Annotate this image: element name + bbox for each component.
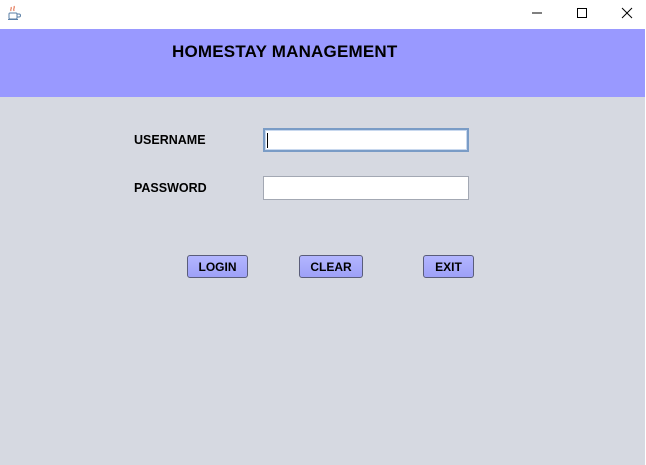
- title-bar[interactable]: [0, 0, 646, 29]
- minimize-button[interactable]: [514, 0, 560, 29]
- username-field[interactable]: [263, 128, 469, 152]
- minimize-icon: [531, 6, 543, 24]
- login-button[interactable]: LOGIN: [187, 255, 248, 278]
- clear-button[interactable]: CLEAR: [299, 255, 363, 278]
- exit-button[interactable]: EXIT: [423, 255, 474, 278]
- maximize-icon: [576, 6, 588, 24]
- java-cup-icon[interactable]: [6, 5, 22, 21]
- password-field[interactable]: [263, 176, 469, 200]
- login-window: HOMESTAY MANAGEMENT USERNAME PASSWORD LO…: [0, 0, 646, 465]
- header-banner: HOMESTAY MANAGEMENT: [0, 29, 645, 97]
- password-label: PASSWORD: [134, 181, 207, 195]
- close-icon: [621, 6, 633, 24]
- page-title: HOMESTAY MANAGEMENT: [172, 42, 398, 61]
- username-label: USERNAME: [134, 133, 206, 147]
- text-caret: [267, 133, 268, 148]
- close-button[interactable]: [604, 0, 646, 29]
- maximize-button[interactable]: [559, 0, 605, 29]
